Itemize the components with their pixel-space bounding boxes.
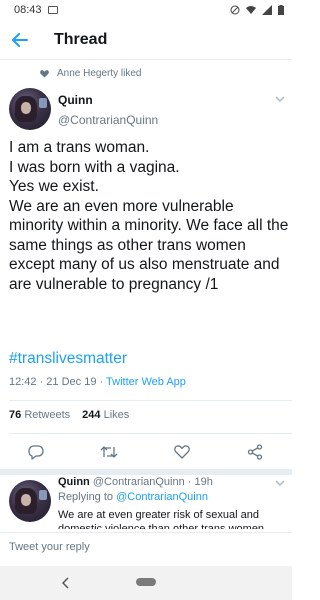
- system-nav-bar: [0, 566, 292, 600]
- reply-avatar[interactable]: [9, 480, 51, 522]
- divider: [9, 433, 292, 434]
- reply-author-name: Quinn: [58, 476, 90, 488]
- system-back-button[interactable]: [60, 576, 72, 590]
- tweet-actions: [0, 438, 292, 466]
- tweet-meta: 12:42 · 21 Dec 19 · Twitter Web App: [9, 376, 186, 388]
- replying-to: Replying to @ContrarianQuinn: [58, 491, 208, 503]
- replying-to-mention[interactable]: @ContrarianQuinn: [116, 491, 208, 503]
- reply-button[interactable]: [26, 442, 46, 462]
- status-time: 08:43: [14, 4, 42, 16]
- retweet-icon: [100, 446, 118, 458]
- heart-outline-icon: [174, 445, 190, 459]
- reply-header[interactable]: Quinn @ContrarianQuinn · 19h: [58, 476, 213, 488]
- page-title: Thread: [54, 30, 108, 48]
- chevron-down-icon[interactable]: [275, 479, 285, 487]
- section-separator: [0, 469, 292, 475]
- author-name[interactable]: Quinn: [58, 93, 93, 107]
- share-icon: [247, 444, 263, 460]
- author-handle[interactable]: @ContrarianQuinn: [58, 113, 158, 127]
- arrow-left-icon: [12, 32, 28, 47]
- back-button[interactable]: [10, 30, 30, 50]
- tweet-source-link[interactable]: Twitter Web App: [106, 376, 186, 388]
- social-context-text[interactable]: Anne Hegerty liked: [57, 68, 142, 79]
- tweet-stats: 76 Retweets 244 Likes: [9, 409, 129, 421]
- likes-stat[interactable]: 244 Likes: [82, 409, 129, 421]
- status-icons: [230, 5, 284, 15]
- like-button[interactable]: [172, 442, 192, 462]
- tweet-text: I am a trans woman. I was born with a va…: [9, 139, 289, 293]
- share-button[interactable]: [245, 442, 265, 462]
- chevron-down-icon[interactable]: [275, 95, 285, 103]
- retweets-stat[interactable]: 76 Retweets: [9, 409, 70, 421]
- divider: [9, 400, 292, 401]
- reply-text: We are at even greater risk of sexual an…: [58, 509, 265, 529]
- comment-icon: [28, 444, 44, 460]
- signal-icon: [262, 5, 272, 15]
- reply-author-handle-time: @ContrarianQuinn · 19h: [92, 476, 213, 488]
- system-home-button[interactable]: [136, 578, 156, 586]
- social-context: Anne Hegerty liked: [40, 68, 142, 79]
- reply-composer: [0, 532, 292, 564]
- wifi-icon: [246, 6, 256, 14]
- hashtag-link[interactable]: #translivesmatter: [9, 350, 127, 368]
- reply-input[interactable]: [9, 541, 279, 553]
- do-not-disturb-icon: [230, 5, 240, 15]
- tweet-timestamp: 12:42 · 21 Dec 19 ·: [9, 376, 107, 388]
- heart-icon: [40, 70, 49, 78]
- chevron-left-icon: [62, 577, 69, 589]
- status-bar: 08:43: [0, 0, 292, 20]
- battery-icon: [278, 5, 284, 15]
- app-bar: Thread: [0, 20, 292, 60]
- retweet-button[interactable]: [99, 442, 119, 462]
- notification-icon: [47, 6, 58, 14]
- avatar[interactable]: [9, 88, 51, 130]
